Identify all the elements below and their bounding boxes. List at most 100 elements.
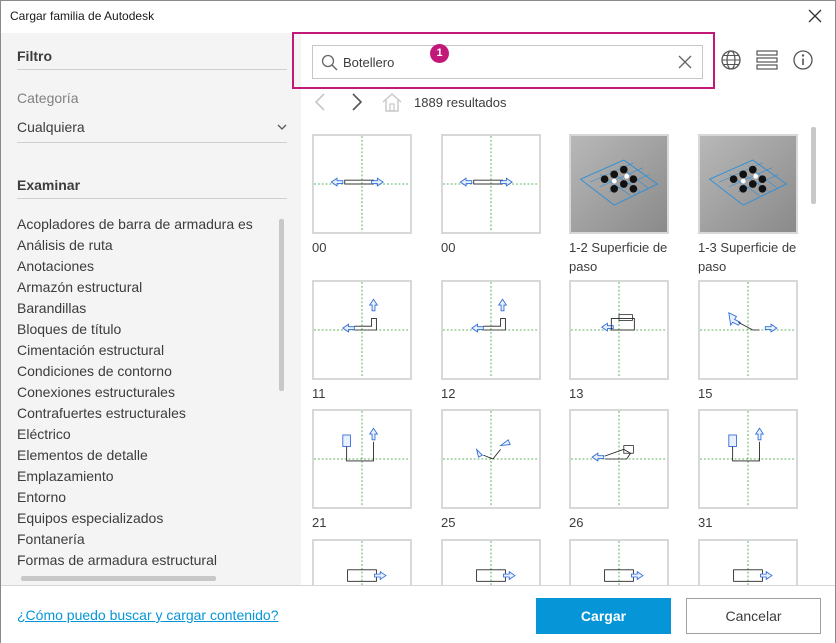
family-thumbnail[interactable]: [569, 409, 669, 509]
family-thumbnail[interactable]: [569, 134, 669, 234]
family-preview-icon: [571, 282, 667, 378]
family-label: 12: [441, 386, 456, 401]
help-link[interactable]: ¿Cómo puedo buscar y cargar contenido?: [17, 607, 278, 623]
family-card[interactable]: [441, 539, 541, 585]
family-card[interactable]: [312, 539, 412, 585]
family-thumbnail[interactable]: [441, 134, 541, 234]
forward-arrow-icon[interactable]: [345, 91, 367, 113]
browse-horizontal-scrollbar[interactable]: [21, 576, 216, 581]
list-view-icon[interactable]: [756, 49, 778, 71]
info-icon[interactable]: [792, 49, 814, 71]
dialog-footer: ¿Cómo puedo buscar y cargar contenido? C…: [1, 585, 835, 643]
load-button[interactable]: Cargar: [536, 598, 671, 634]
browse-item[interactable]: Eléctrico: [17, 424, 274, 445]
family-label: 11: [312, 386, 326, 401]
family-preview-icon: [476, 541, 516, 585]
results-count: 1889 resultados: [414, 95, 507, 110]
family-card[interactable]: [569, 539, 669, 585]
results-grid: 00 00 1-2 Superficie de paso 1-3 Superficie…: [312, 134, 804, 585]
family-card[interactable]: 15: [698, 280, 798, 403]
family-card[interactable]: 31: [698, 409, 798, 532]
family-card[interactable]: 25: [441, 409, 541, 532]
family-thumbnail[interactable]: [698, 280, 798, 380]
family-label: 25: [441, 515, 456, 530]
divider: [17, 198, 287, 199]
globe-icon[interactable]: [720, 49, 742, 71]
family-thumbnail[interactable]: [569, 280, 669, 380]
family-preview-icon: [443, 411, 539, 507]
clear-icon[interactable]: [678, 55, 692, 69]
family-thumbnail[interactable]: [569, 539, 669, 585]
family-thumbnail[interactable]: [698, 134, 798, 234]
browse-item[interactable]: Armazón estructural: [17, 277, 274, 298]
family-thumbnail[interactable]: [312, 280, 412, 380]
browse-item[interactable]: Condiciones de contorno: [17, 361, 274, 382]
family-card[interactable]: 00: [441, 134, 541, 257]
browse-item[interactable]: Anotaciones: [17, 256, 274, 277]
family-preview-icon: [604, 541, 644, 585]
close-icon[interactable]: [805, 6, 825, 26]
family-label: 26: [569, 515, 584, 530]
search-box[interactable]: [312, 45, 703, 79]
window-title: Cargar familia de Autodesk: [10, 9, 155, 23]
category-label: Categoría: [17, 90, 79, 106]
family-preview-icon: [314, 411, 410, 507]
family-preview-icon: [733, 541, 773, 585]
family-card[interactable]: 00: [312, 134, 412, 257]
browse-item[interactable]: Bloques de título: [17, 319, 274, 340]
browse-item[interactable]: Elementos de detalle: [17, 445, 274, 466]
family-thumbnail[interactable]: [441, 539, 541, 585]
family-card[interactable]: 1-3 Superficie de paso: [698, 134, 798, 276]
back-arrow-icon[interactable]: [310, 91, 332, 113]
browse-item[interactable]: Conexiones estructurales: [17, 382, 274, 403]
family-thumbnail[interactable]: [698, 409, 798, 509]
family-card[interactable]: [698, 539, 798, 585]
browse-item[interactable]: Emplazamiento: [17, 466, 274, 487]
family-preview-icon: [443, 282, 539, 378]
divider: [17, 69, 287, 70]
family-thumbnail[interactable]: [312, 409, 412, 509]
family-card[interactable]: 11: [312, 280, 412, 403]
family-preview-icon: [708, 159, 788, 206]
browse-item[interactable]: Cimentación estructural: [17, 340, 274, 361]
family-preview-icon: [571, 411, 667, 507]
family-preview-icon: [347, 541, 387, 585]
browse-item[interactable]: Barandillas: [17, 298, 274, 319]
browse-item[interactable]: Análisis de ruta: [17, 235, 274, 256]
family-preview-icon: [700, 282, 796, 378]
family-label: 00: [312, 240, 327, 255]
load-family-dialog: Cargar familia de Autodesk Filtro Catego…: [0, 0, 836, 643]
category-select[interactable]: Cualquiera: [17, 117, 289, 139]
family-card[interactable]: 13: [569, 280, 669, 403]
home-icon[interactable]: [381, 91, 403, 113]
search-input[interactable]: [343, 52, 663, 72]
browse-item[interactable]: Equipos especializados: [17, 508, 274, 529]
callout-badge: 1: [430, 44, 449, 63]
family-preview-icon: [314, 282, 410, 378]
family-thumbnail[interactable]: [441, 280, 541, 380]
browse-item[interactable]: Formas de armadura estructural: [17, 550, 274, 571]
browse-item[interactable]: Acopladores de barra de armadura es: [17, 214, 274, 235]
family-thumbnail[interactable]: [441, 409, 541, 509]
browse-list: Acopladores de barra de armadura es Anál…: [17, 214, 274, 574]
browse-item[interactable]: Fontanería: [17, 529, 274, 550]
family-label: 31: [698, 515, 713, 530]
family-thumbnail[interactable]: [312, 539, 412, 585]
browse-item[interactable]: Contrafuertes estructurales: [17, 403, 274, 424]
family-card[interactable]: 12: [441, 280, 541, 403]
divider: [17, 142, 287, 143]
browse-item[interactable]: Entorno: [17, 487, 274, 508]
family-label: 21: [312, 515, 327, 530]
grid-vertical-scrollbar[interactable]: [811, 127, 816, 204]
family-thumbnail[interactable]: [698, 539, 798, 585]
browse-vertical-scrollbar[interactable]: [279, 219, 284, 391]
cancel-button[interactable]: Cancelar: [686, 598, 821, 634]
family-thumbnail[interactable]: [312, 134, 412, 234]
chevron-down-icon: [277, 124, 287, 130]
family-label: 1-3 Superficie de paso: [698, 240, 797, 274]
family-label: 13: [569, 386, 584, 401]
family-preview-icon: [443, 136, 539, 232]
family-card[interactable]: 21: [312, 409, 412, 532]
family-card[interactable]: 1-2 Superficie de paso: [569, 134, 669, 276]
family-card[interactable]: 26: [569, 409, 669, 532]
